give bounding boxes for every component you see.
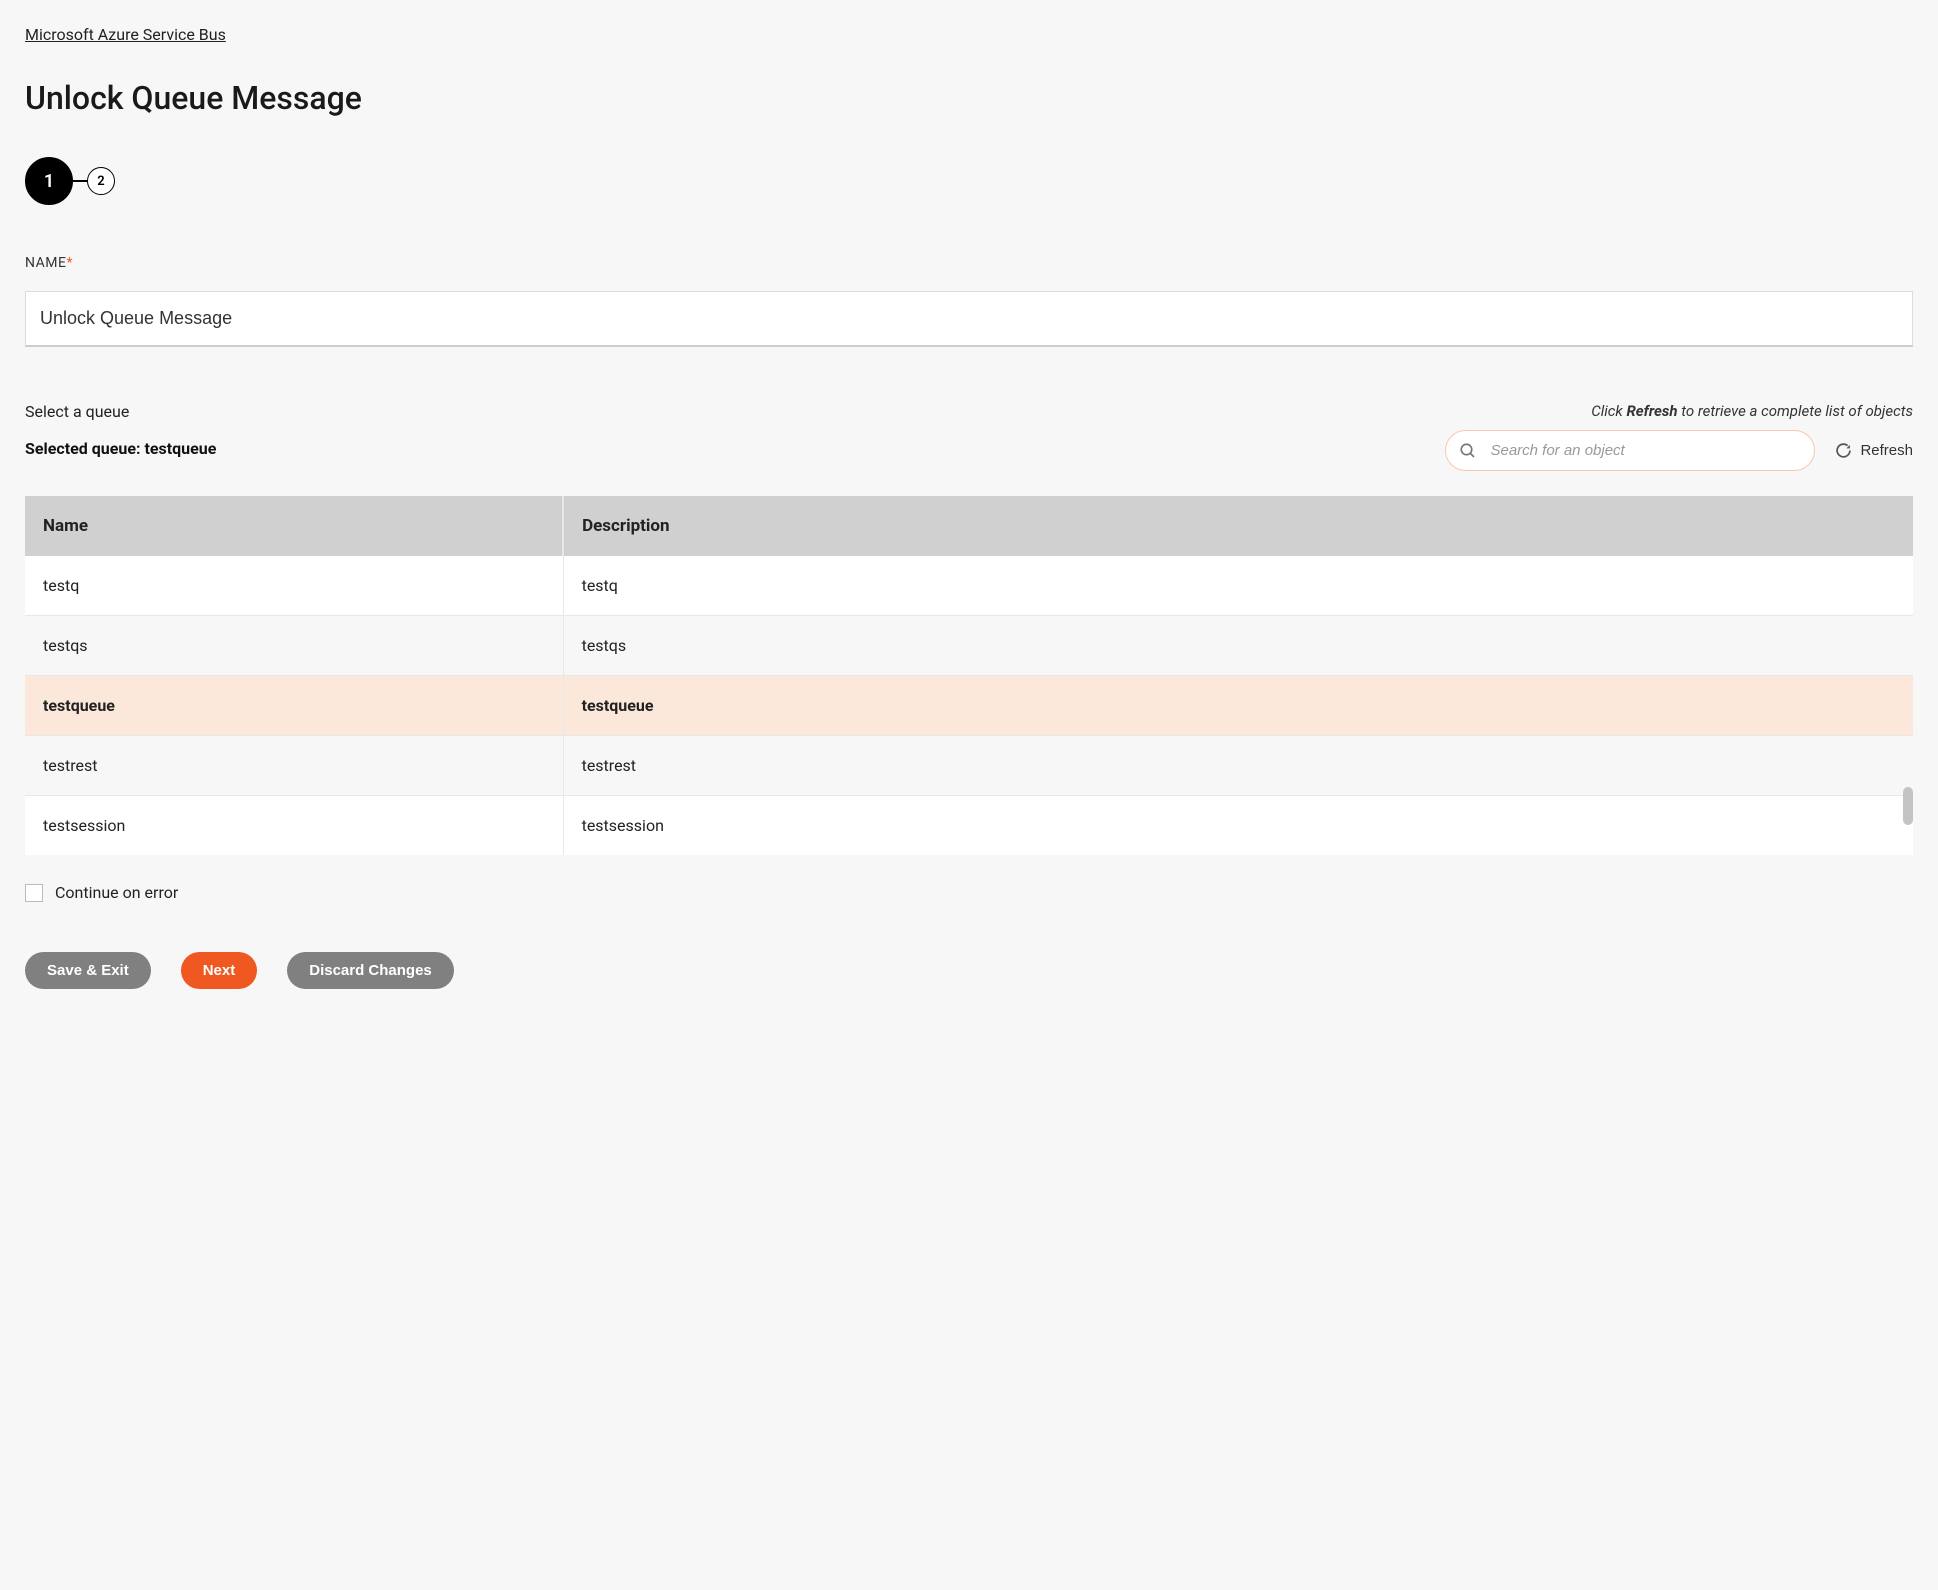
cell-name: testqueue bbox=[25, 676, 563, 736]
refresh-button[interactable]: Refresh bbox=[1835, 442, 1913, 459]
cell-description: testqueue bbox=[563, 676, 1913, 736]
step-2[interactable]: 2 bbox=[87, 167, 115, 195]
name-label-text: NAME bbox=[25, 255, 66, 271]
table-row[interactable]: testqstestqs bbox=[25, 616, 1913, 676]
step-connector bbox=[73, 180, 87, 182]
cell-description: testqs bbox=[563, 616, 1913, 676]
breadcrumb-link[interactable]: Microsoft Azure Service Bus bbox=[25, 25, 226, 44]
select-queue-label: Select a queue bbox=[25, 402, 216, 421]
table-row[interactable]: testqtestq bbox=[25, 556, 1913, 616]
search-input[interactable] bbox=[1445, 430, 1815, 471]
refresh-hint-suffix: to retrieve a complete list of objects bbox=[1678, 402, 1913, 420]
save-exit-button[interactable]: Save & Exit bbox=[25, 952, 151, 989]
refresh-hint-bold: Refresh bbox=[1626, 402, 1677, 420]
table-row[interactable]: testqueuetestqueue bbox=[25, 676, 1913, 736]
next-button[interactable]: Next bbox=[181, 952, 258, 989]
stepper: 1 2 bbox=[25, 157, 1913, 205]
cell-name: testrest bbox=[25, 736, 563, 796]
scrollbar[interactable] bbox=[1899, 558, 1917, 855]
selected-queue-value: testqueue bbox=[144, 439, 216, 458]
continue-on-error-checkbox[interactable] bbox=[25, 884, 43, 902]
search-icon bbox=[1459, 442, 1477, 460]
name-label: NAME* bbox=[25, 255, 1913, 271]
cell-description: testq bbox=[563, 556, 1913, 616]
selected-queue-label: Selected queue: testqueue bbox=[25, 439, 216, 458]
cell-description: testrest bbox=[563, 736, 1913, 796]
cell-name: testsession bbox=[25, 796, 563, 856]
refresh-label: Refresh bbox=[1860, 442, 1913, 459]
selected-queue-prefix: Selected queue: bbox=[25, 439, 144, 458]
refresh-icon bbox=[1835, 442, 1852, 459]
name-input[interactable] bbox=[25, 291, 1913, 347]
table-row[interactable]: testsessiontestsession bbox=[25, 796, 1913, 856]
continue-on-error-label: Continue on error bbox=[55, 883, 178, 902]
col-description[interactable]: Description bbox=[563, 496, 1913, 556]
refresh-hint-prefix: Click bbox=[1591, 402, 1626, 420]
refresh-hint: Click Refresh to retrieve a complete lis… bbox=[1591, 402, 1913, 420]
scrollbar-thumb[interactable] bbox=[1903, 787, 1913, 825]
required-marker: * bbox=[66, 255, 73, 271]
cell-name: testq bbox=[25, 556, 563, 616]
search-wrap bbox=[1445, 430, 1815, 471]
col-name[interactable]: Name bbox=[25, 496, 563, 556]
page-title: Unlock Queue Message bbox=[25, 79, 1913, 117]
table-row[interactable]: testresttestrest bbox=[25, 736, 1913, 796]
cell-description: testsession bbox=[563, 796, 1913, 856]
queue-table: Name Description testqtestqtestqstestqst… bbox=[25, 496, 1913, 855]
step-1[interactable]: 1 bbox=[25, 157, 73, 205]
discard-button[interactable]: Discard Changes bbox=[287, 952, 454, 989]
cell-name: testqs bbox=[25, 616, 563, 676]
